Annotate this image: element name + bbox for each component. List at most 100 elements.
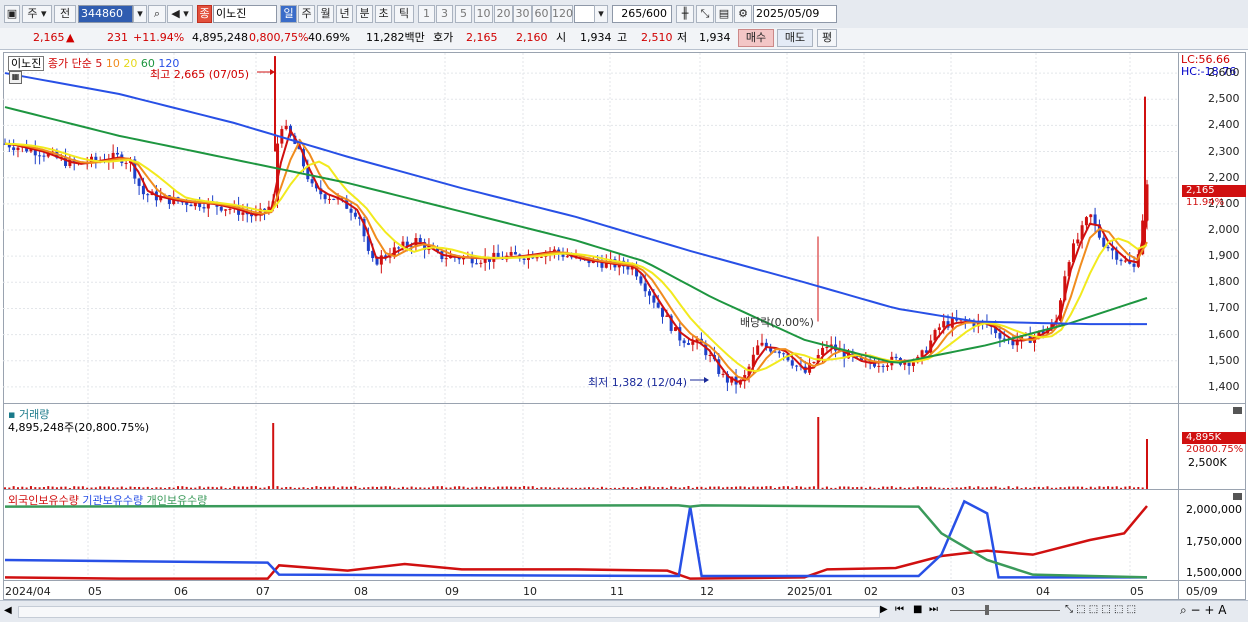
candle-body <box>812 362 816 364</box>
volume-bar <box>821 487 824 489</box>
candle-body <box>539 256 543 258</box>
volume-bar <box>778 486 781 489</box>
volume-bar <box>393 487 396 489</box>
volume-bar <box>1098 486 1101 489</box>
price-ytick: 1,400 <box>1208 379 1240 393</box>
volume-bar <box>605 487 608 489</box>
volume-bar <box>1016 486 1019 489</box>
volume-bar <box>289 486 292 489</box>
volume-bar <box>90 487 93 489</box>
volume-bar <box>786 486 789 489</box>
volume-bar <box>388 486 391 489</box>
moving-average-lines <box>4 72 1148 383</box>
zoom-slider-handle[interactable] <box>985 605 989 615</box>
panel-close-icon[interactable] <box>1233 493 1242 500</box>
candle-body <box>397 247 401 249</box>
holdings-ytick-2: 1,500,000 <box>1186 566 1242 579</box>
volume-bar <box>704 487 707 489</box>
volume-bar <box>68 487 71 489</box>
volume-bar <box>194 487 197 489</box>
volume-bar <box>267 486 270 489</box>
volume-bar <box>190 487 193 489</box>
last-pct-tag: 11.94% <box>1186 197 1225 208</box>
candle-body <box>795 365 799 367</box>
volume-bar <box>263 487 266 489</box>
volume-bar <box>592 487 595 489</box>
volume-bar <box>1111 486 1114 489</box>
candle-body <box>1132 263 1136 267</box>
volume-bar <box>549 487 552 489</box>
volume-bar <box>553 487 556 489</box>
volume-bar <box>557 487 560 489</box>
volume-bar <box>825 486 828 489</box>
volume-bar <box>1141 487 1144 489</box>
volume-bar <box>172 487 175 489</box>
volume-bar <box>60 486 63 489</box>
holdings-ytick-0: 2,000,000 <box>1186 503 1242 516</box>
volume-bar <box>631 487 634 489</box>
candle-body <box>38 155 42 157</box>
xlabel-5: 09 <box>445 585 459 598</box>
scroll-track[interactable] <box>18 606 880 618</box>
volume-bar <box>743 486 746 489</box>
volume-bar <box>985 487 988 489</box>
xlabel-10: 02 <box>864 585 878 598</box>
candle-body <box>349 208 353 213</box>
candle-body <box>760 342 764 346</box>
volume-bar <box>138 486 141 489</box>
stop-icon[interactable]: ■ <box>913 604 922 615</box>
volume-bar <box>47 486 50 489</box>
volume-bar <box>851 487 854 489</box>
volume-bar <box>376 486 379 489</box>
volume-bar <box>912 487 915 489</box>
volume-bar <box>782 486 785 489</box>
candle-body <box>682 340 686 344</box>
rewind-icon[interactable]: ⏮ <box>895 604 904 615</box>
volume-bar <box>466 487 469 489</box>
volume-bar <box>903 487 906 489</box>
volume-bar <box>159 487 162 489</box>
candle-body <box>881 365 885 367</box>
table-icon[interactable]: ▦ <box>9 71 22 84</box>
zoom-slider-track[interactable] <box>950 610 1060 611</box>
volume-bar <box>471 487 474 489</box>
bottom-scrollbar: ◀ ▶ ⏮ ■ ⏭ ⤡ ⬚ ⬚ ⬚ ⬚ ⬚ ⌕ − + A <box>0 600 1248 622</box>
volume-bar <box>895 487 898 489</box>
volume-bar <box>497 486 500 489</box>
volume-bar <box>77 486 80 489</box>
volume-bar <box>64 486 67 489</box>
volume-bar <box>938 487 941 489</box>
candle-body <box>496 252 500 258</box>
candle-body <box>652 295 656 303</box>
volume-bar <box>462 486 465 489</box>
volume-bar <box>613 487 616 489</box>
volume-bar <box>661 486 664 489</box>
volume-bar <box>410 486 413 489</box>
volume-bar <box>1102 486 1105 489</box>
volume-bar <box>531 486 534 489</box>
forward-icon[interactable]: ⏭ <box>929 604 938 615</box>
candle-body <box>777 351 781 354</box>
volume-bar <box>696 486 699 489</box>
zoom-controls-icon[interactable]: ⌕ − + A <box>1180 603 1226 618</box>
candle-body <box>656 302 660 308</box>
volume-bar <box>142 487 145 489</box>
scroll-right-icon[interactable]: ▶ <box>880 604 888 615</box>
volume-bar <box>921 487 924 489</box>
ma60-line <box>4 106 1148 364</box>
zoom-tools-icon[interactable]: ⤡ ⬚ ⬚ ⬚ ⬚ ⬚ <box>1065 604 1136 615</box>
scroll-left-icon[interactable]: ◀ <box>4 605 12 616</box>
volume-bar <box>414 487 417 489</box>
volume-bar <box>285 487 288 489</box>
panel-close-icon[interactable] <box>1233 407 1242 414</box>
volume-bar <box>1072 486 1075 489</box>
volume-bar <box>804 487 807 489</box>
candle-body <box>353 212 357 217</box>
volume-bar <box>1120 487 1123 489</box>
volume-bar <box>674 487 677 489</box>
price-ytick: 2,600 <box>1208 66 1240 80</box>
candle-body <box>224 209 228 211</box>
volume-bar <box>748 487 751 489</box>
volume-bar <box>380 486 383 489</box>
volume-bar <box>250 486 253 489</box>
